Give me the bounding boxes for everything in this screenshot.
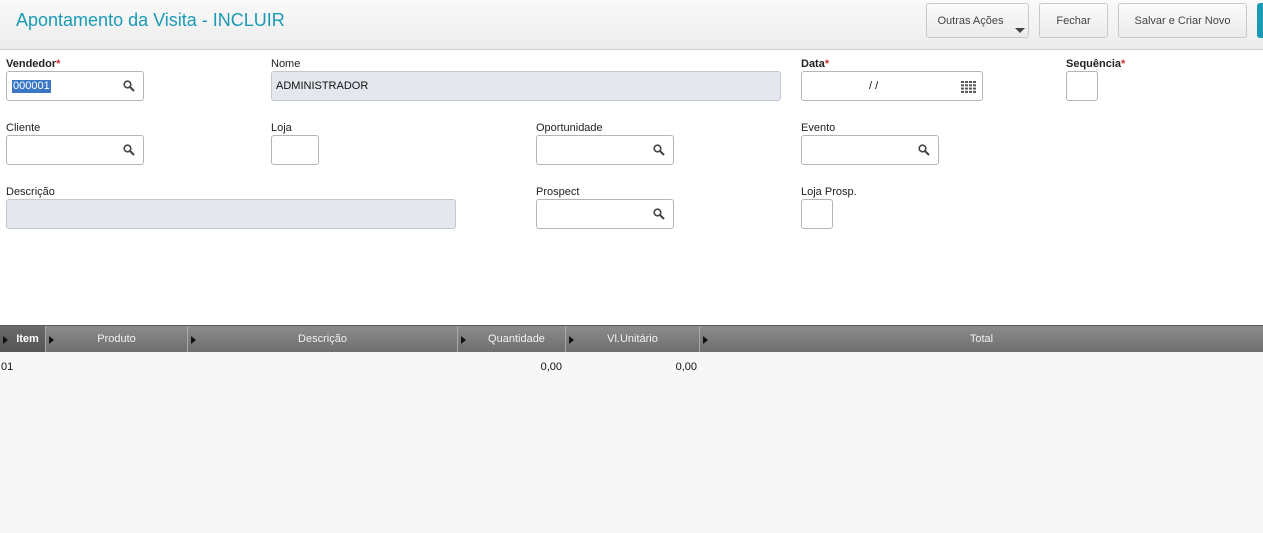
top-bar: Apontamento da Visita - INCLUIR Outras A… [0,0,1263,50]
search-icon[interactable] [123,80,135,92]
vendedor-label: Vendedor* [6,58,60,70]
cell-quantidade: 0,00 [540,361,562,373]
cell-item: 01 [1,361,14,373]
outras-acoes-button[interactable]: Outras Ações [926,3,1029,38]
nome-label: Nome [271,58,301,70]
cliente-field[interactable] [6,135,144,165]
evento-label: Evento [801,122,836,134]
loja-label: Loja [271,122,292,134]
loja-field[interactable] [271,135,319,165]
required-mark: * [56,58,61,70]
page-title: Apontamento da Visita - INCLUIR [16,10,285,30]
fechar-button[interactable]: Fechar [1039,3,1108,38]
search-icon[interactable] [653,208,665,220]
sequencia-label-text: Sequência [1066,58,1122,70]
calendar-icon[interactable] [961,81,976,93]
column-header-total[interactable]: Total [700,326,1263,352]
cell-vl-unitario: 0,00 [675,361,697,373]
chevron-down-icon [1015,28,1025,33]
nome-field: ADMINISTRADOR [271,71,781,101]
data-value: / / [869,80,879,92]
nome-value: ADMINISTRADOR [276,80,369,92]
grid-body: 01 0,00 0,00 [0,352,1263,533]
evento-field[interactable] [801,135,939,165]
search-icon[interactable] [123,144,135,156]
column-header-label: Vl.Unitário [607,333,658,345]
sort-arrow-icon [461,336,466,344]
vendedor-label-text: Vendedor [6,58,57,70]
data-label-text: Data [801,58,825,70]
column-header-label: Produto [97,333,136,345]
sequencia-field[interactable] [1066,71,1098,101]
column-header-descricao[interactable]: Descrição [188,326,458,352]
search-icon[interactable] [918,144,930,156]
column-header-item[interactable]: Item [0,326,46,352]
loja-prosp-field[interactable] [801,199,833,229]
confirm-button[interactable] [1257,3,1263,38]
column-header-quantidade[interactable]: Quantidade [458,326,566,352]
column-header-label: Item [16,333,39,345]
data-label: Data* [801,58,829,70]
outras-acoes-label: Outras Ações [937,14,1004,27]
column-header-label: Total [969,333,994,345]
cliente-label: Cliente [6,122,41,134]
grid-header: Item Produto Descrição Quantidade Vl.Uni… [0,325,1263,352]
sort-arrow-icon [3,336,8,344]
descricao-field [6,199,456,229]
prospect-label: Prospect [536,186,580,198]
descricao-label: Descrição [6,186,55,198]
column-header-label: Descrição [298,333,347,345]
vendedor-field[interactable]: 000001 [6,71,144,101]
required-mark: * [824,58,830,70]
column-header-produto[interactable]: Produto [46,326,188,352]
prospect-field[interactable] [536,199,674,229]
data-field[interactable]: / / [801,71,983,101]
salvar-criar-novo-button[interactable]: Salvar e Criar Novo [1118,3,1247,38]
column-header-label: Quantidade [488,333,545,345]
loja-prosp-label: Loja Prosp. [801,186,857,198]
sequencia-label: Sequência* [1066,58,1125,70]
column-header-vl-unitario[interactable]: Vl.Unitário [566,326,700,352]
search-icon[interactable] [653,144,665,156]
oportunidade-label: Oportunidade [536,122,603,134]
vendedor-value: 000001 [12,80,51,93]
oportunidade-field[interactable] [536,135,674,165]
table-row[interactable]: 01 0,00 0,00 [0,352,1263,382]
required-mark: * [1121,58,1126,70]
